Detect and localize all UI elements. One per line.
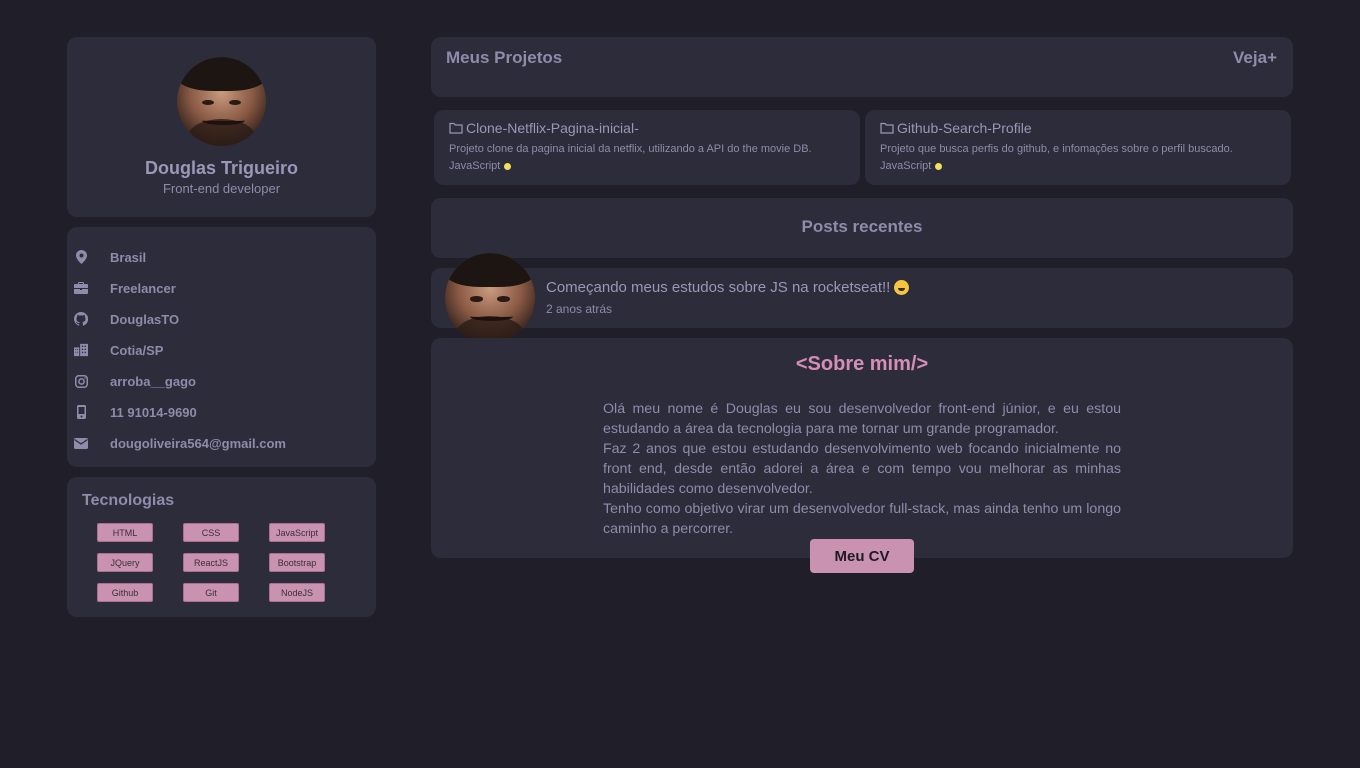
info-text: 11 91014-9690	[110, 404, 197, 420]
project-description: Projeto que busca perfis do github, e in…	[880, 143, 1233, 155]
profile-role: Front-end developer	[162, 181, 281, 196]
buildings-icon	[74, 343, 88, 357]
posts-header: Posts recentes	[431, 198, 1293, 258]
technologies-card: Tecnologias HTML CSS JavaScript JQuery R…	[67, 477, 376, 617]
info-email[interactable]: dougoliveira564@gmail.com	[67, 433, 376, 453]
project-card[interactable]: Clone-Netflix-Pagina-inicial- Projeto cl…	[434, 110, 860, 185]
github-icon	[74, 312, 88, 326]
tech-tag: HTML	[97, 523, 153, 542]
see-more-link[interactable]: Veja+	[1233, 48, 1277, 68]
tech-tag: Git	[183, 583, 239, 602]
info-github[interactable]: DouglasTO	[67, 309, 376, 329]
envelope-icon	[74, 436, 88, 450]
tech-tag: ReactJS	[183, 553, 239, 572]
post-text: Começando meus estudos sobre JS na rocke…	[546, 279, 910, 296]
info-text: Freelancer	[110, 280, 176, 296]
phone-icon	[74, 405, 88, 419]
about-paragraph: Faz 2 anos que estou estudando desenvolv…	[603, 441, 1121, 497]
projects-title: Meus Projetos	[446, 48, 563, 67]
tech-tag: NodeJS	[269, 583, 325, 602]
about-title: <Sobre mim/>	[795, 353, 929, 375]
about-card: <Sobre mim/> Olá meu nome é Douglas eu s…	[431, 338, 1293, 558]
project-language: JavaScript	[449, 160, 512, 172]
grinning-emoji-icon	[894, 280, 910, 295]
cv-button[interactable]: Meu CV	[810, 539, 914, 573]
technologies-title: Tecnologias	[82, 492, 175, 509]
briefcase-icon	[74, 281, 88, 295]
post-text-content: Começando meus estudos sobre JS na rocke…	[546, 279, 891, 296]
profile-name: Douglas Trigueiro	[144, 158, 299, 178]
instagram-icon	[74, 374, 88, 388]
folder-icon	[449, 122, 463, 134]
info-card: Brasil Freelancer DouglasTO Cotia/SP arr…	[67, 227, 376, 467]
project-card[interactable]: Github-Search-Profile Projeto que busca …	[865, 110, 1291, 185]
posts-title: Posts recentes	[801, 217, 923, 236]
project-language: JavaScript	[880, 160, 943, 172]
folder-icon	[880, 122, 894, 134]
about-text: Olá meu nome é Douglas eu sou desenvolve…	[603, 399, 1121, 539]
profile-card: Douglas Trigueiro Front-end developer	[67, 37, 376, 217]
info-text: Brasil	[110, 249, 147, 265]
project-name-text: Clone-Netflix-Pagina-inicial-	[466, 120, 639, 136]
project-language-text: JavaScript	[880, 160, 932, 172]
location-pin-icon	[74, 250, 88, 264]
info-city: Cotia/SP	[67, 340, 376, 360]
tech-tag: CSS	[183, 523, 239, 542]
info-text[interactable]: arroba__gago	[110, 374, 196, 389]
tech-tag: Github	[97, 583, 153, 602]
language-dot-icon	[504, 162, 512, 170]
project-name[interactable]: Github-Search-Profile	[880, 120, 1032, 136]
projects-header: Meus Projetos Veja+	[431, 37, 1293, 97]
project-name[interactable]: Clone-Netflix-Pagina-inicial-	[449, 120, 639, 136]
info-location: Brasil	[67, 247, 376, 267]
project-description: Projeto clone da pagina inicial da netfl…	[449, 143, 812, 155]
info-work: Freelancer	[67, 278, 376, 298]
about-paragraph: Olá meu nome é Douglas eu sou desenvolve…	[603, 401, 1121, 437]
info-text: Cotia/SP	[110, 342, 164, 358]
post-avatar	[445, 253, 535, 343]
avatar	[177, 57, 266, 146]
about-paragraph: Tenho como objetivo virar um desenvolved…	[603, 501, 1121, 537]
tech-tag: JQuery	[97, 553, 153, 572]
info-instagram[interactable]: arroba__gago	[67, 371, 376, 391]
info-phone: 11 91014-9690	[67, 402, 376, 422]
post-item[interactable]: Começando meus estudos sobre JS na rocke…	[431, 253, 1293, 343]
tech-tag: JavaScript	[269, 523, 325, 542]
post-time: 2 anos atrás	[546, 302, 613, 316]
info-text[interactable]: DouglasTO	[110, 312, 179, 327]
project-language-text: JavaScript	[449, 160, 501, 172]
language-dot-icon	[935, 162, 943, 170]
tech-tag: Bootstrap	[269, 553, 325, 572]
info-text[interactable]: dougoliveira564@gmail.com	[110, 436, 286, 451]
project-name-text: Github-Search-Profile	[897, 120, 1032, 136]
